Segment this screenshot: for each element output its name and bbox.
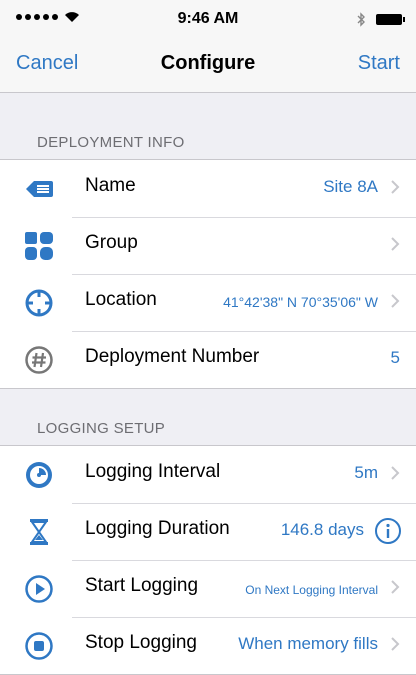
chevron-right-icon bbox=[391, 237, 400, 251]
chevron-right-icon bbox=[391, 466, 400, 480]
row-stop-logging-value: When memory fills bbox=[238, 634, 378, 653]
status-bar: 9:46 AM bbox=[0, 0, 416, 40]
row-logging-duration-label: Logging Duration bbox=[85, 518, 230, 539]
row-stop-logging[interactable]: Stop Logging When memory fills bbox=[0, 617, 416, 674]
row-logging-duration[interactable]: Logging Duration 146.8 days bbox=[0, 503, 416, 560]
battery-icon bbox=[376, 14, 405, 25]
row-name-label: Name bbox=[85, 175, 136, 196]
row-name-value: Site 8A bbox=[323, 177, 378, 196]
start-button[interactable]: Start bbox=[358, 52, 400, 75]
chevron-right-icon bbox=[391, 580, 400, 594]
row-start-logging-value: On Next Logging Interval bbox=[245, 583, 378, 597]
row-location[interactable]: Location 41°42'38" N 70°35'06" W bbox=[0, 274, 416, 331]
row-logging-interval[interactable]: Logging Interval 5m bbox=[0, 446, 416, 503]
section-header-deployment: DEPLOYMENT INFO bbox=[37, 134, 185, 151]
row-logging-interval-value: 5m bbox=[354, 463, 378, 482]
row-location-value: 41°42'38" N 70°35'06" W bbox=[223, 294, 378, 310]
row-stop-logging-label: Stop Logging bbox=[85, 632, 197, 653]
phone-screen: 9:46 AM Cancel Configure Start DEPLOYMEN… bbox=[0, 0, 416, 675]
row-logging-duration-value: 146.8 days bbox=[280, 520, 364, 539]
deployment-info-group: Name Site 8A Group Location 41°42'38" N … bbox=[0, 159, 416, 389]
row-location-label: Location bbox=[85, 289, 157, 310]
navigation-bar: Cancel Configure Start bbox=[0, 40, 416, 93]
status-right bbox=[357, 12, 405, 27]
row-deployment-number-label: Deployment Number bbox=[85, 346, 260, 367]
play-icon bbox=[25, 575, 53, 603]
chevron-right-icon bbox=[391, 637, 400, 651]
crosshair-icon bbox=[25, 289, 53, 317]
hourglass-icon bbox=[30, 519, 48, 545]
page-title: Configure bbox=[160, 52, 256, 74]
row-name[interactable]: Name Site 8A bbox=[0, 160, 416, 217]
tag-icon bbox=[26, 181, 53, 197]
bluetooth-icon bbox=[357, 12, 365, 27]
row-deployment-number[interactable]: Deployment Number 5 bbox=[0, 331, 416, 388]
clock-icon bbox=[26, 462, 52, 488]
section-header-logging: LOGGING SETUP bbox=[37, 420, 166, 437]
chevron-right-icon bbox=[391, 294, 400, 308]
row-group-label: Group bbox=[85, 232, 138, 253]
hash-icon bbox=[25, 346, 53, 374]
row-logging-interval-label: Logging Interval bbox=[85, 461, 221, 482]
chevron-right-icon bbox=[391, 180, 400, 194]
info-icon[interactable] bbox=[374, 517, 402, 545]
status-time: 9:46 AM bbox=[177, 10, 239, 27]
group-grid-icon bbox=[25, 232, 53, 260]
stop-icon bbox=[25, 632, 53, 660]
row-deployment-number-value: 5 bbox=[390, 348, 400, 367]
row-start-logging-label: Start Logging bbox=[85, 575, 199, 596]
row-group[interactable]: Group bbox=[0, 217, 416, 274]
logging-setup-group: Logging Interval 5m Logging Duration 146… bbox=[0, 445, 416, 675]
row-start-logging[interactable]: Start Logging On Next Logging Interval bbox=[0, 560, 416, 617]
